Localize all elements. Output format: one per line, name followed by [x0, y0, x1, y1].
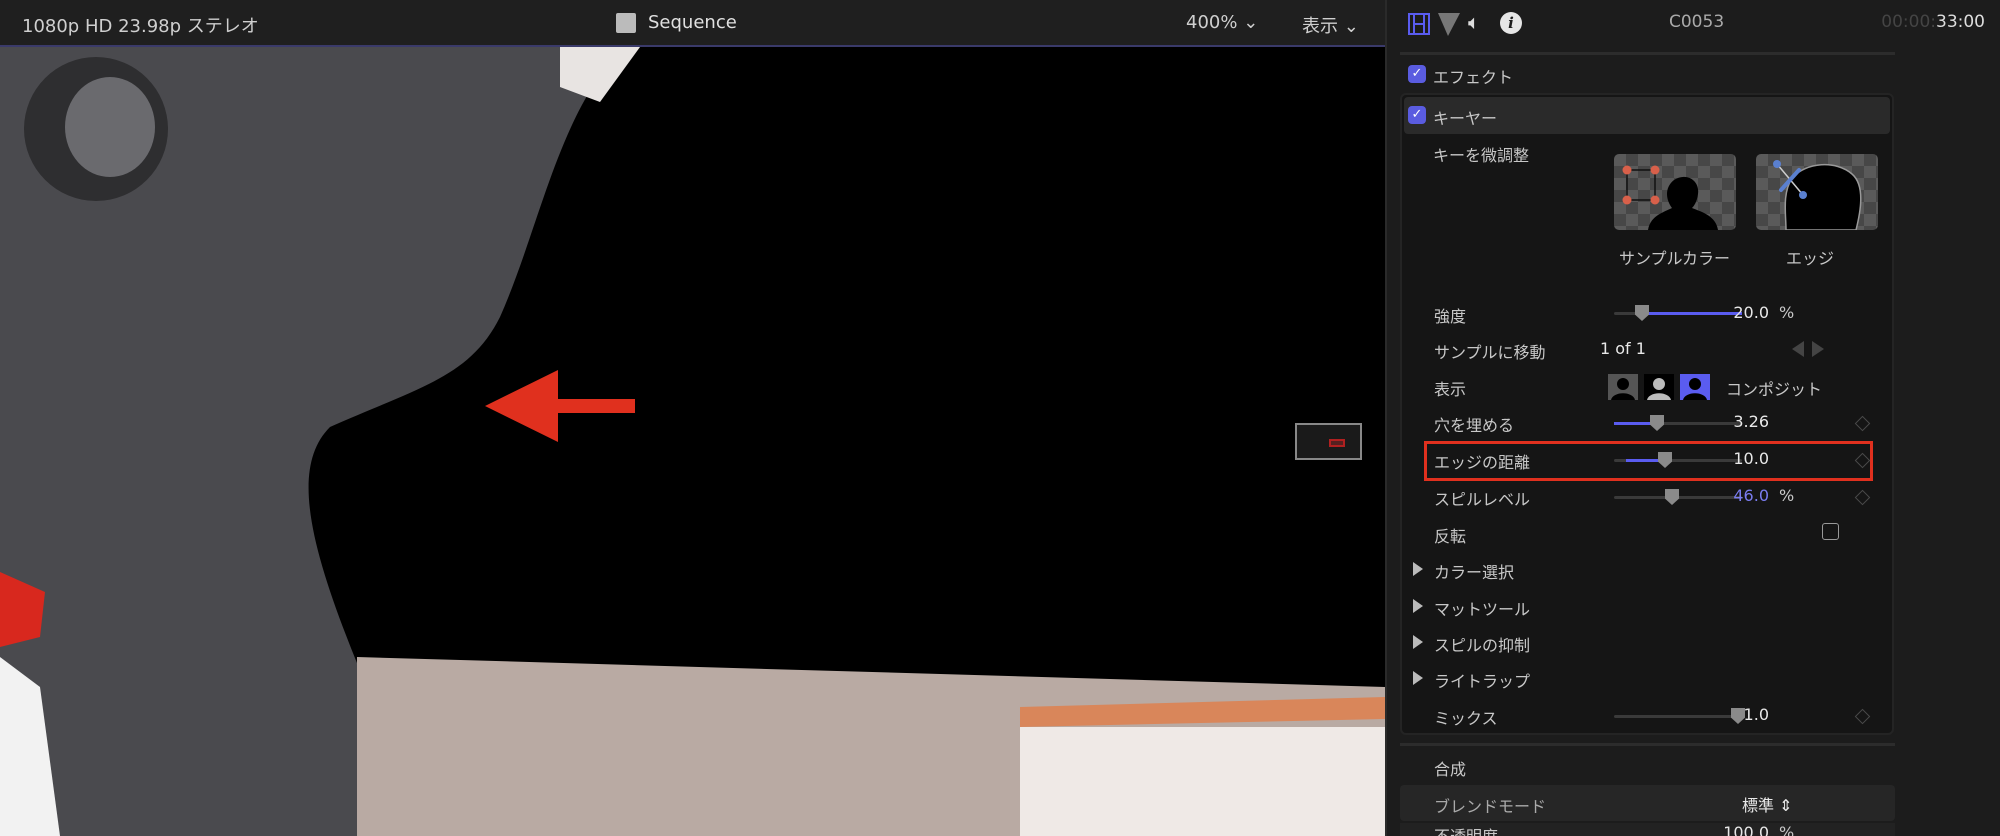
format-info: 1080p HD 23.98p ステレオ — [22, 16, 259, 37]
clapper-icon — [616, 13, 636, 33]
effects-checkbox[interactable]: ✓ — [1408, 65, 1426, 83]
audio-inspector-icon[interactable]: 🔈︎ — [1468, 10, 1480, 34]
blend-mode-select[interactable]: 標準 ⇕ — [1742, 792, 1793, 816]
spill-level-unit: % — [1779, 486, 1795, 505]
red-arrow-annotation — [485, 370, 635, 442]
disclosure-triangle-icon[interactable] — [1413, 562, 1423, 576]
video-frame — [0, 47, 1385, 836]
view-menu[interactable]: 表示 ⌄ — [1302, 12, 1359, 38]
view-label: 表示 — [1434, 380, 1467, 399]
mix-value[interactable]: 1.0 — [1679, 705, 1769, 724]
strength-unit: % — [1779, 303, 1795, 322]
zoom-menu[interactable]: 400% ⌄ — [1186, 12, 1258, 33]
clip-name: C0053 — [1669, 12, 1725, 32]
group-matte-tools[interactable]: マットツール — [1434, 596, 1530, 620]
sample-color-button[interactable] — [1614, 154, 1736, 230]
spill-level-label: スピルレベル — [1434, 490, 1531, 509]
video-inspector-icon[interactable] — [1408, 13, 1430, 35]
invert-checkbox[interactable] — [1822, 523, 1839, 540]
strength-value[interactable]: 20.0 — [1679, 303, 1769, 322]
timecode-dim: 00:00: — [1881, 12, 1936, 32]
edge-label: エッジ — [1786, 249, 1835, 268]
group-light-wrap[interactable]: ライトラップ — [1434, 668, 1530, 692]
edge-distance-value[interactable]: 10.0 — [1679, 449, 1769, 468]
sample-color-label: サンプルカラー — [1619, 249, 1731, 268]
viewer — [0, 0, 1385, 836]
chevron-down-icon: ⌄ — [1343, 16, 1359, 37]
zoom-value: 400% — [1186, 12, 1238, 33]
edge-icon — [1773, 160, 1862, 230]
info-inspector-icon[interactable]: i — [1500, 12, 1522, 34]
timecode-value: 33:00 — [1936, 12, 1985, 32]
compositing-heading: 合成 — [1434, 760, 1467, 779]
blend-mode-value: 標準 — [1742, 796, 1775, 815]
invert-label: 反転 — [1434, 527, 1467, 546]
view-menu-label: 表示 — [1302, 16, 1338, 37]
view-composite-alpha-button[interactable] — [1608, 374, 1638, 400]
spill-level-value[interactable]: 46.0 — [1679, 486, 1769, 505]
opacity-value[interactable]: 100.0 — [1679, 823, 1769, 836]
view-matte-button[interactable] — [1644, 374, 1674, 400]
color-inspector-icon[interactable] — [1438, 13, 1462, 37]
inspector-panel: 🔈︎ i C0053 00:00:33:00 ✓ エフェクト ✓ キーヤー キー… — [1385, 0, 2000, 836]
edge-distance-label: エッジの距離 — [1434, 453, 1531, 472]
timecode: 00:00:33:00 — [1881, 12, 1985, 32]
opacity-label: 不透明度 — [1434, 823, 1498, 836]
mix-label: ミックス — [1434, 709, 1498, 728]
zoom-navigator[interactable] — [1295, 423, 1362, 460]
opacity-unit: % — [1779, 823, 1795, 836]
disclosure-triangle-icon[interactable] — [1413, 599, 1423, 613]
fill-holes-value[interactable]: 3.26 — [1679, 412, 1769, 431]
blend-mode-label: ブレンドモード — [1434, 797, 1547, 816]
jump-to-sample-label: サンプルに移動 — [1434, 343, 1546, 362]
divider — [1400, 52, 1895, 55]
previous-sample-icon[interactable] — [1792, 341, 1804, 357]
group-spill-suppression[interactable]: スピルの抑制 — [1434, 632, 1530, 656]
disclosure-triangle-icon[interactable] — [1413, 635, 1423, 649]
viewer-toolbar: 1080p HD 23.98p ステレオ Sequence 400% ⌄ 表示 … — [0, 0, 1385, 47]
disclosure-triangle-icon[interactable] — [1413, 671, 1423, 685]
sequence-title: Sequence — [648, 12, 737, 33]
zoom-navigator-viewport[interactable] — [1329, 439, 1345, 447]
opacity-row: 不透明度 100.0 % — [1400, 823, 1895, 836]
keyer-label: キーヤー — [1433, 109, 1498, 128]
group-color-selection[interactable]: カラー選択 — [1434, 559, 1514, 583]
next-sample-icon[interactable] — [1812, 341, 1824, 357]
edge-button[interactable] — [1756, 154, 1878, 230]
strength-label: 強度 — [1434, 307, 1467, 326]
view-mode-value: コンポジット — [1726, 380, 1823, 399]
sample-color-icon — [1622, 165, 1718, 230]
chevron-down-icon: ⌄ — [1243, 12, 1259, 33]
refine-key-label: キーを微調整 — [1433, 146, 1530, 165]
effects-label: エフェクト — [1433, 68, 1514, 87]
view-original-button[interactable] — [1680, 374, 1710, 400]
divider — [1400, 743, 1895, 746]
up-down-chevron-icon: ⇕ — [1779, 796, 1793, 815]
fill-holes-label: 穴を埋める — [1434, 416, 1515, 435]
jump-to-sample-value: 1 of 1 — [1600, 339, 1646, 358]
keyer-checkbox[interactable]: ✓ — [1408, 106, 1426, 124]
